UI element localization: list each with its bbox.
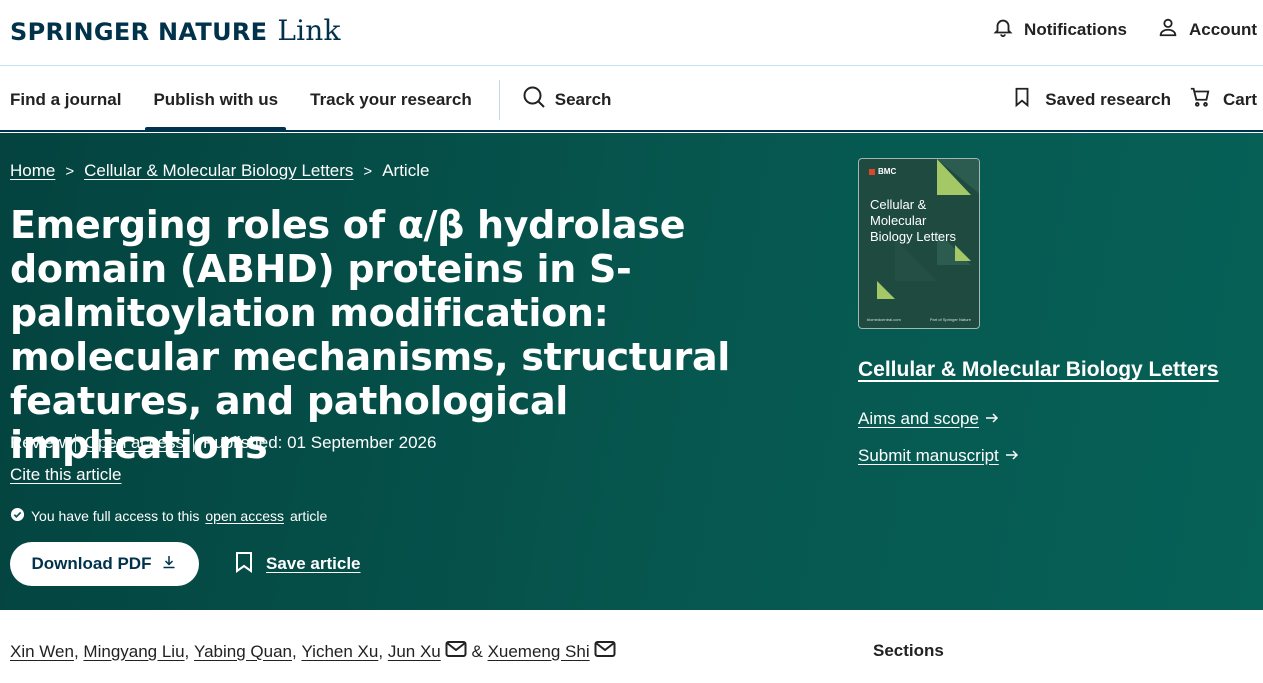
- article-hero: Home > Cellular & Molecular Biology Lett…: [0, 133, 1263, 610]
- submit-manuscript-link[interactable]: Submit manuscript: [858, 446, 1019, 466]
- account-label: Account: [1189, 19, 1257, 39]
- cart-link[interactable]: Cart: [1189, 86, 1257, 113]
- sections-heading: Sections: [873, 641, 944, 660]
- cover-title: Cellular & Molecular Biology Letters: [870, 197, 956, 244]
- mail-icon[interactable]: [590, 640, 616, 663]
- breadcrumb-journal[interactable]: Cellular & Molecular Biology Letters: [84, 161, 353, 181]
- article-meta: Review Open access Published: 01 Septemb…: [10, 433, 436, 453]
- user-icon: [1157, 16, 1179, 43]
- user-menu: Notifications Account: [992, 16, 1257, 43]
- cover-footer-left: biomedcentral.com: [867, 317, 901, 322]
- bookmark-icon: [233, 550, 255, 579]
- save-article-label: Save article: [266, 554, 361, 573]
- download-pdf-label: Download PDF: [31, 554, 152, 573]
- author-separator: ,: [73, 641, 79, 661]
- breadcrumb-home[interactable]: Home: [10, 161, 55, 181]
- author-separator: &: [471, 641, 483, 661]
- search-label: Search: [554, 89, 612, 109]
- submit-manuscript-label: Submit manuscript: [858, 446, 999, 465]
- author-link[interactable]: Yabing Quan: [194, 642, 292, 662]
- cart-icon: [1189, 86, 1211, 113]
- search-icon: [522, 85, 546, 114]
- open-access-link[interactable]: Open access: [85, 433, 184, 453]
- nav-publish-with-us[interactable]: Publish with us: [145, 67, 286, 132]
- search-button[interactable]: Search: [522, 85, 612, 114]
- bell-icon: [992, 16, 1014, 43]
- author-link[interactable]: Xuemeng Shi: [488, 642, 590, 662]
- access-note-text: You have full access to this: [31, 508, 200, 524]
- access-note: You have full access to this open access…: [10, 507, 327, 525]
- main-nav: Find a journal Publish with us Track you…: [0, 67, 1263, 132]
- author-link[interactable]: Mingyang Liu: [83, 642, 184, 662]
- breadcrumb-current: Article: [382, 161, 430, 180]
- brand-bar: SPRINGER NATURE Link Notifications Accou…: [0, 0, 1263, 66]
- published-date: Published: 01 September 2026: [202, 433, 437, 452]
- breadcrumb: Home > Cellular & Molecular Biology Lett…: [10, 161, 429, 181]
- cart-label: Cart: [1222, 89, 1257, 109]
- nav-find-journal[interactable]: Find a journal: [10, 67, 121, 132]
- access-note-suffix: article: [289, 508, 328, 524]
- arrow-right-icon: [1005, 446, 1019, 466]
- author-separator: ,: [292, 641, 297, 661]
- meta-divider: [192, 434, 194, 452]
- aims-scope-link[interactable]: Aims and scope: [858, 409, 999, 429]
- saved-research-label: Saved research: [1045, 89, 1171, 109]
- saved-research-link[interactable]: Saved research: [1011, 86, 1171, 113]
- article-type: Review: [10, 433, 66, 452]
- author-list: Xin Wen, Mingyang Liu, Yabing Quan, Yich…: [10, 640, 616, 663]
- account-link[interactable]: Account: [1157, 16, 1257, 43]
- article-actions: Download PDF Save article: [10, 542, 361, 586]
- cover-publisher-label: BMC: [878, 167, 897, 176]
- check-circle-icon: [10, 507, 25, 525]
- chevron-right-icon: >: [363, 162, 373, 180]
- notifications-label: Notifications: [1024, 19, 1127, 39]
- journal-cover[interactable]: BMC Cellular & Molecular Biology Letters…: [858, 158, 980, 329]
- springer-nature-link-logo[interactable]: SPRINGER NATURE Link: [10, 14, 341, 47]
- cover-footer-right: Part of Springer Nature: [929, 317, 971, 322]
- arrow-right-icon: [985, 409, 999, 429]
- save-article-button[interactable]: Save article: [233, 550, 361, 579]
- nav-divider: [498, 79, 500, 120]
- download-icon: [161, 554, 177, 575]
- aims-scope-label: Aims and scope: [858, 409, 979, 428]
- bookmark-icon: [1011, 86, 1033, 113]
- cover-publisher: BMC: [869, 167, 896, 176]
- logo-brand: SPRINGER NATURE: [10, 18, 268, 46]
- notifications-link[interactable]: Notifications: [992, 16, 1127, 43]
- author-separator: ,: [378, 641, 384, 661]
- chevron-right-icon: >: [65, 162, 75, 180]
- author-link[interactable]: Yichen Xu: [301, 642, 378, 662]
- cover-footer: biomedcentral.com Part of Springer Natur…: [867, 317, 971, 322]
- access-note-link[interactable]: open access: [205, 508, 284, 524]
- author-link[interactable]: Jun Xu: [388, 642, 441, 662]
- nav-track-research[interactable]: Track your research: [310, 67, 472, 132]
- logo-product: Link: [277, 14, 341, 47]
- cite-article-link[interactable]: Cite this article: [10, 465, 121, 485]
- journal-title-link[interactable]: Cellular & Molecular Biology Letters: [858, 358, 1219, 382]
- author-separator: ,: [184, 641, 190, 661]
- article-title: Emerging roles of α/β hydrolase domain (…: [10, 203, 731, 467]
- author-link[interactable]: Xin Wen: [10, 642, 74, 662]
- mail-icon[interactable]: [441, 640, 467, 663]
- bmc-logo-icon: [869, 168, 875, 175]
- download-pdf-button[interactable]: Download PDF: [10, 542, 199, 586]
- meta-divider: [74, 434, 76, 452]
